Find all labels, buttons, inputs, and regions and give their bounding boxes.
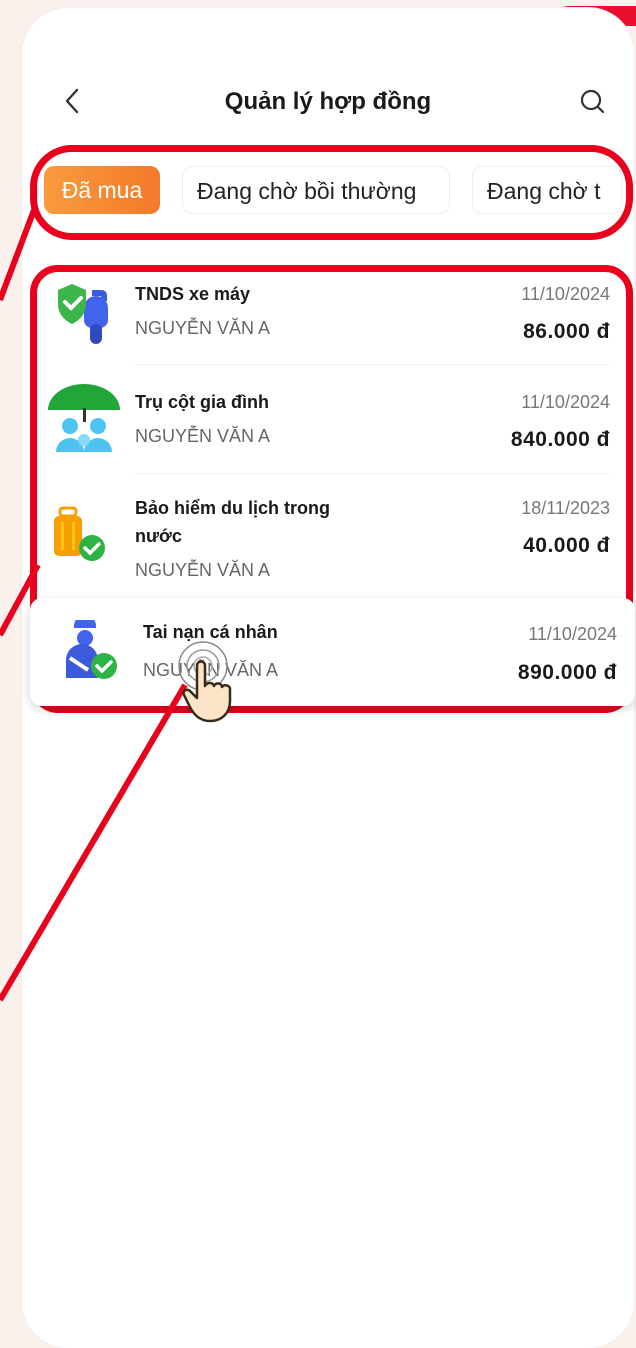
contract-date: 11/10/2024: [521, 392, 610, 412]
travel-luggage-icon: [54, 506, 105, 561]
divider: [135, 364, 610, 365]
contract-price: 86.000 đ: [523, 320, 610, 343]
tap-hand-icon: [178, 641, 232, 723]
motorbike-insurance-icon: [58, 284, 108, 344]
contract-holder: NGUYỄN VĂN A: [135, 426, 271, 446]
contract-price: 840.000 đ: [510, 428, 610, 451]
contract-price: 890.000 đ: [517, 661, 617, 684]
contract-date: 18/11/2023: [521, 498, 610, 518]
contract-name: Trụ cột gia đình: [135, 392, 269, 412]
contract-row-highlighted[interactable]: Tai nạn cá nhân NGUYỄN VĂN A 11/10/2024 …: [30, 598, 635, 706]
divider: [135, 473, 610, 474]
contract-name: TNDS xe máy: [135, 284, 251, 304]
tab-pending-other[interactable]: Đang chờ t: [472, 166, 622, 214]
contract-holder: NGUYỄN VĂN A: [135, 318, 271, 338]
contract-date: 11/10/2024: [528, 624, 617, 644]
contract-row[interactable]: Trụ cột gia đình NGUYỄN VĂN A 11/10/2024…: [44, 382, 610, 472]
tab-pending-claim[interactable]: Đang chờ bồi thường: [182, 166, 450, 214]
tab-purchased[interactable]: Đã mua: [44, 166, 160, 214]
contract-row[interactable]: TNDS xe máy NGUYỄN VĂN A 11/10/2024 86.0…: [44, 278, 610, 364]
contract-price: 40.000 đ: [523, 534, 610, 557]
page-title: Quản lý hợp đồng: [224, 88, 432, 115]
contract-holder: NGUYỄN VĂN A: [135, 560, 271, 580]
contract-name-line2: nước: [135, 526, 182, 546]
contract-row[interactable]: Bảo hiểm du lịch trong nước NGUYỄN VĂN A…: [44, 490, 610, 590]
app-header: Quản lý hợp đồng: [22, 78, 634, 128]
contract-date: 11/10/2024: [521, 284, 610, 304]
personal-accident-icon: [66, 620, 117, 679]
contract-name: Bảo hiểm du lịch trong: [135, 498, 331, 518]
search-icon[interactable]: [578, 86, 606, 116]
family-umbrella-icon: [48, 384, 120, 452]
